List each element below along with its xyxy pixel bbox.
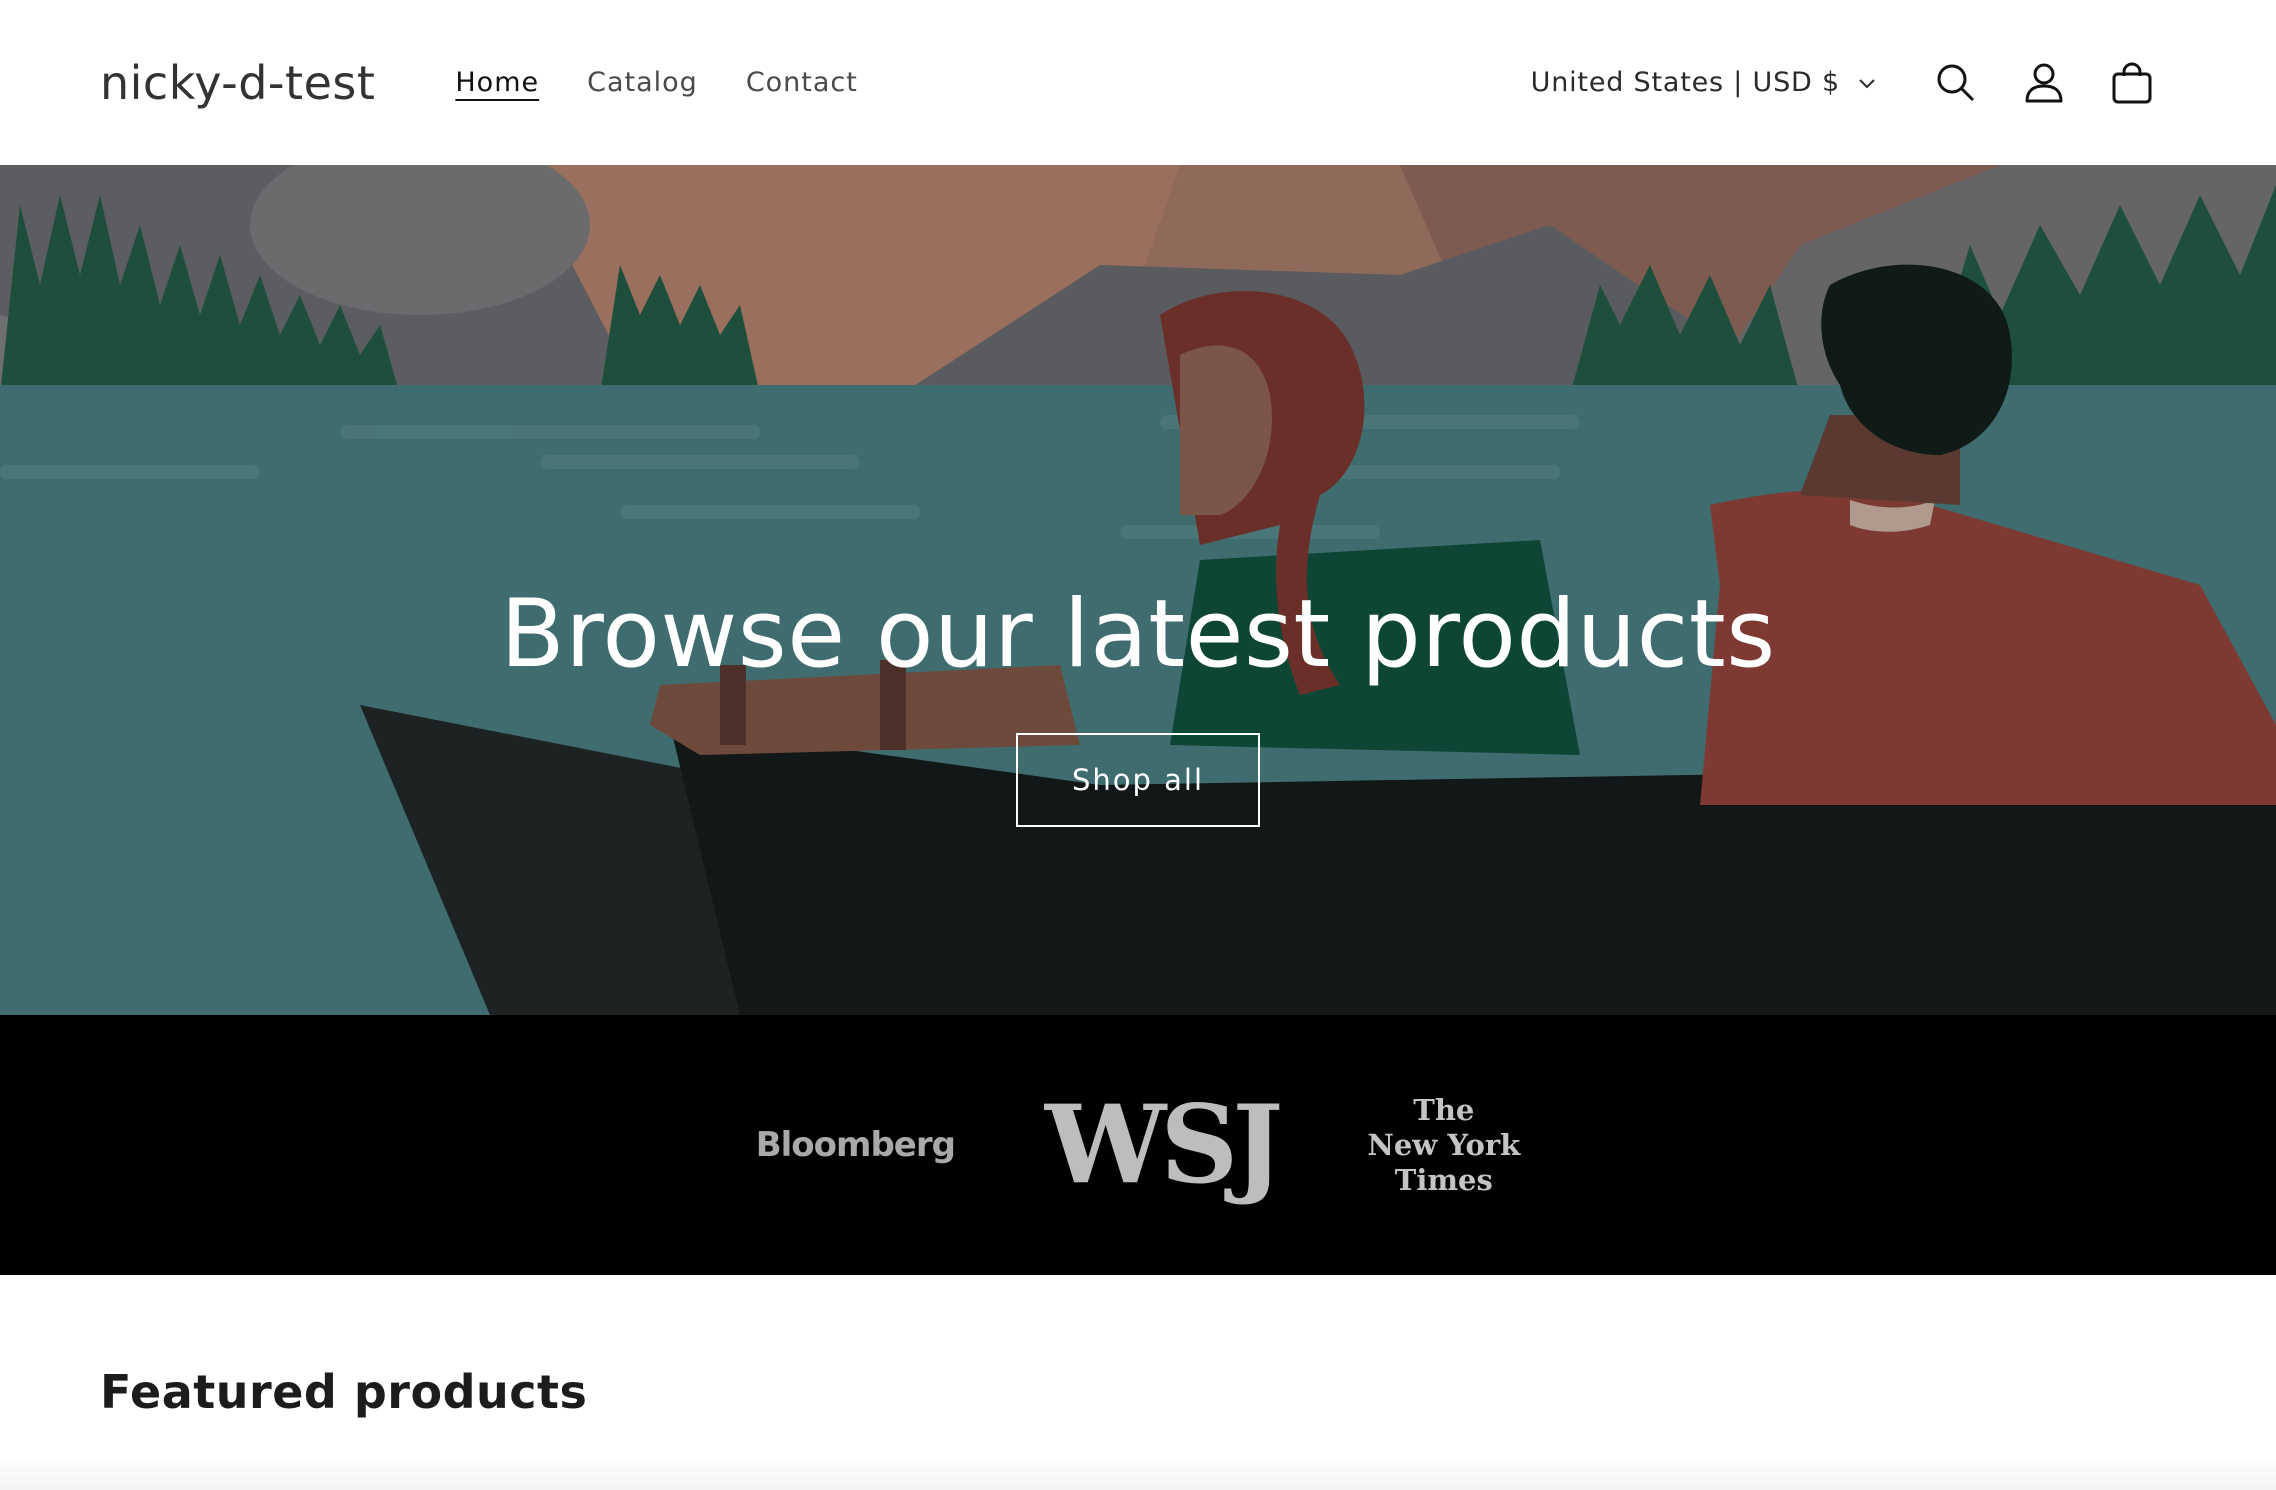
nyt-logo-line-3: Times [1394,1162,1493,1197]
hero-content: Browse our latest products Shop all [0,165,2276,1015]
account-button[interactable] [2000,39,2088,127]
product-grid-edge [0,1455,2276,1490]
nav-contact-link[interactable]: Contact [746,67,858,98]
header-actions: United States | USD $ [1531,39,2176,127]
nav-catalog-link[interactable]: Catalog [587,67,698,98]
nyt-logo-line-1: The [1413,1092,1475,1127]
nav-home-link[interactable]: Home [455,67,539,98]
hero-banner: Browse our latest products Shop all [0,165,2276,1015]
main-nav: Home Catalog Contact [455,67,857,98]
hero-title: Browse our latest products [500,580,1776,689]
featured-products-heading: Featured products [100,1365,588,1419]
search-icon [1937,64,1975,101]
country-currency-label: United States | USD $ [1530,67,1840,98]
bloomberg-logo: Bloomberg [755,1125,956,1165]
site-header: nicky-d-test Home Catalog Contact United… [0,0,2276,165]
account-icon [2025,63,2063,102]
nyt-logo-line-2: New York [1367,1127,1521,1162]
cart-icon [2112,62,2152,103]
cart-button[interactable] [2088,39,2176,127]
store-logo[interactable]: nicky-d-test [100,56,375,110]
press-logos-bar: Bloomberg WSJ The New York Times [0,1015,2276,1275]
shop-all-button[interactable]: Shop all [1016,733,1260,827]
chevron-down-icon [1859,78,1875,88]
country-currency-selector[interactable]: United States | USD $ [1531,67,1876,98]
nyt-logo: The New York Times [1367,1093,1520,1198]
search-button[interactable] [1912,39,2000,127]
wsj-logo: WSJ [1044,1082,1283,1208]
